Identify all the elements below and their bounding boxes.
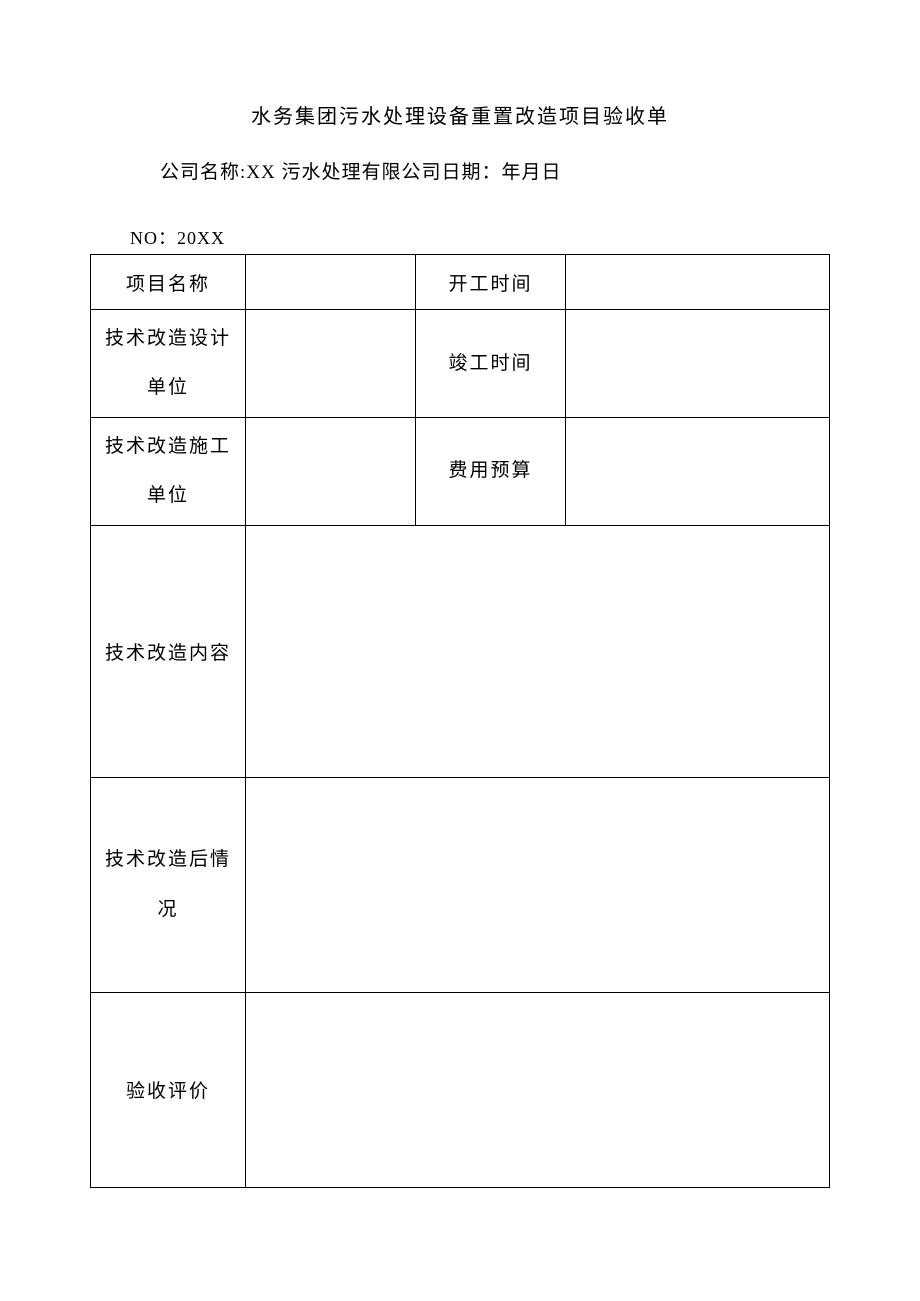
document-number: NO：20XX [130, 224, 830, 250]
evaluation-label: 验收评价 [91, 992, 246, 1187]
after-value [246, 777, 830, 992]
content-value [246, 525, 830, 777]
after-label: 技术改造后情况 [91, 777, 246, 992]
company-date-line: 公司名称:XX 污水处理有限公司日期：年月日 [160, 157, 830, 184]
budget-value [566, 417, 830, 525]
acceptance-form-table: 项目名称 开工时间 技术改造设计单位 竣工时间 技术改造施工单位 费用预算 技术… [90, 254, 830, 1188]
design-unit-label: 技术改造设计单位 [91, 310, 246, 418]
evaluation-value [246, 992, 830, 1187]
end-time-label: 竣工时间 [416, 310, 566, 418]
start-time-label: 开工时间 [416, 255, 566, 310]
design-unit-value [246, 310, 416, 418]
construction-unit-value [246, 417, 416, 525]
end-time-value [566, 310, 830, 418]
budget-label: 费用预算 [416, 417, 566, 525]
start-time-value [566, 255, 830, 310]
project-name-label: 项目名称 [91, 255, 246, 310]
document-title: 水务集团污水处理设备重置改造项目验收单 [90, 100, 830, 129]
project-name-value [246, 255, 416, 310]
content-label: 技术改造内容 [91, 525, 246, 777]
construction-unit-label: 技术改造施工单位 [91, 417, 246, 525]
